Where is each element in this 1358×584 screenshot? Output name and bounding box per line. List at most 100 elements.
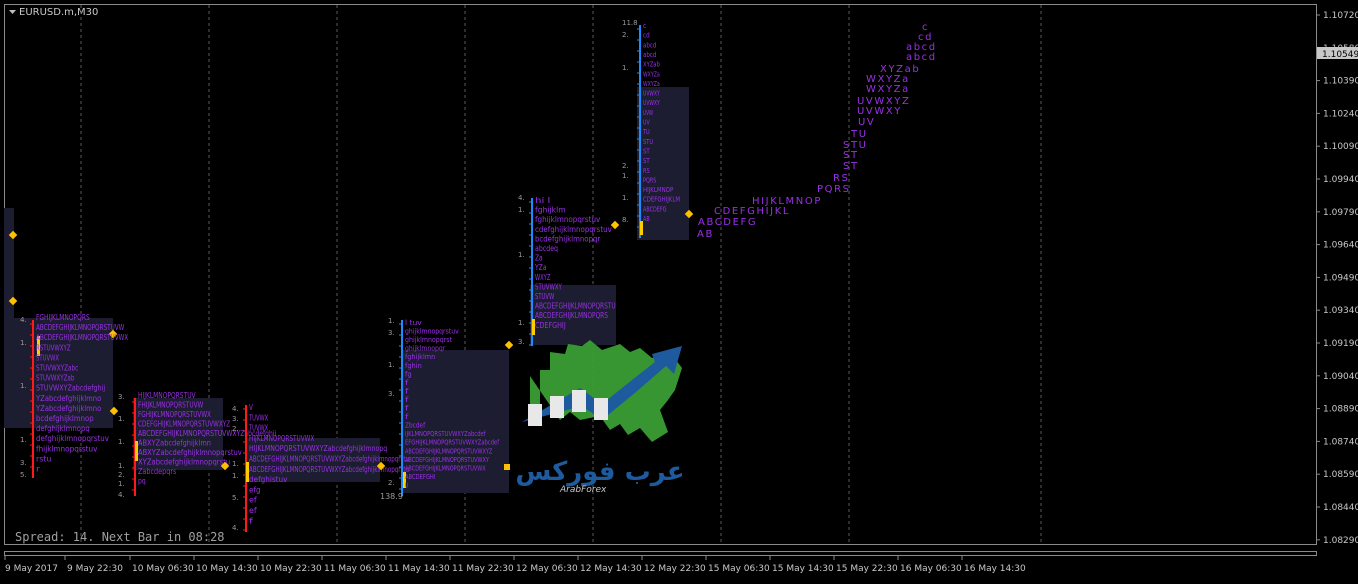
tpo-row: HIJKLMNOP: [643, 186, 673, 194]
tpo-row: ABCDEFGHIJKLMNOPQRS: [535, 311, 608, 320]
live-tpo-row: abcd: [906, 52, 937, 63]
tpo-count-label: 1.: [118, 480, 125, 488]
time-label: 15 May 06:30: [708, 564, 770, 574]
tpo-row: abcdeq: [535, 244, 558, 253]
price-label: 1.08740: [1323, 437, 1358, 447]
tpo-row: TUVWX: [248, 424, 268, 433]
tpo-row: ABCDEFGHI: [405, 473, 435, 481]
tpo-count-label: 1.: [232, 472, 239, 480]
tpo-row: WXYZ: [535, 273, 551, 282]
tpo-row: Zbcdef: [405, 422, 426, 430]
price-label: 1.10390: [1323, 77, 1358, 87]
tpo-row: ef: [249, 496, 257, 505]
tpo-count-label: 1.: [388, 317, 395, 325]
tpo-count-label: 1.: [518, 251, 525, 259]
tpo-row: ABCDEFGHIJKLMNOPQRSTUVWXYZ: [405, 447, 492, 455]
tpo-count-label: 1.: [20, 436, 27, 444]
tpo-row: IJKLMNOPQRSTUVWXYZabcdef: [405, 430, 486, 438]
tpo-row: ABCDEFGHIJKLMNOPQRSTUVWXYZabcdefghijklmn…: [249, 455, 409, 464]
tpo-row: ABXYZabcdefghijklmn: [138, 439, 211, 448]
live-tpo-row: UV: [858, 117, 875, 128]
tpo-row: HIJKLMNOPQRSTUVWXYZabcdefghijklmnopq: [249, 444, 387, 453]
tpo-row: STU: [643, 138, 653, 146]
tpo-row: Za: [535, 254, 543, 263]
tpo-row: U: [405, 481, 408, 489]
tpo-row: hi l: [535, 196, 550, 205]
current-price-label: 1.10549: [1322, 50, 1358, 60]
tpo-row: bcdefghijklmnopqr: [535, 234, 601, 243]
tpo-row: XYZabcdefghijklmnopqrstu: [138, 458, 230, 467]
tpo-row: FGHIJKLMNOPQRSTUVWX: [138, 410, 211, 419]
tpo-row: ABCDEFGHIJKLMNOPQRSTU: [535, 302, 616, 311]
price-label: 1.08890: [1323, 405, 1358, 415]
tpo-row: ST: [643, 147, 650, 155]
price-label: 1.09940: [1323, 175, 1358, 185]
tpo-row: ghijklmnopqrst: [405, 336, 452, 344]
live-tpo-row: PQRS: [817, 184, 851, 195]
time-label: 16 May 14:30: [964, 564, 1026, 574]
tpo-row: defghijklmnopqrstuv: [36, 434, 109, 443]
tpo-row: UVWXY: [643, 90, 660, 98]
tpo-count-label: 4.: [20, 316, 27, 324]
tpo-row: RSTUVWXYZ: [36, 343, 71, 352]
time-label: 10 May 06:30: [132, 564, 194, 574]
price-label: 1.09190: [1323, 339, 1358, 349]
time-label: 11 May 22:30: [452, 564, 514, 574]
tpo-count-label: 4.: [118, 491, 125, 499]
tpo-row: RS: [643, 167, 650, 175]
tpo-row: HIJKLMNOPQRSTUVWX: [249, 434, 315, 443]
tpo-total-label: 138.9: [380, 492, 403, 501]
price-label: 1.10720: [1323, 11, 1358, 21]
tpo-count-label: 8.: [622, 216, 629, 224]
tpo-row: YZabcdefghijklmno: [35, 394, 101, 403]
chart-canvas[interactable]: EURUSD.m,M30 1.107201.105801.103901.1024…: [0, 0, 1358, 580]
live-tpo-row: TU: [850, 129, 868, 140]
tpo-row: STUVWXYZabcdefghij: [36, 384, 105, 393]
live-tpo-row: ST: [843, 150, 859, 161]
tpo-row: PQRS: [643, 176, 657, 184]
tpo-count-label: 1.: [518, 319, 525, 327]
tpo-row: CDEFGHIJKLMNOPQRSTUVWXYZ: [138, 420, 231, 429]
tpo-count-label: 3.: [518, 338, 525, 346]
live-tpo-row: UVWXY: [857, 106, 902, 117]
tpo-count-label: 1.: [232, 460, 239, 468]
price-label: 1.09340: [1323, 306, 1358, 316]
tpo-row: fg: [405, 370, 412, 378]
tpo-row: TU: [642, 128, 649, 136]
tpo-count-label: 1.: [118, 462, 125, 470]
time-label: 12 May 06:30: [516, 564, 578, 574]
tpo-row: YZabcdefghijklmno: [35, 404, 101, 413]
tpo-row: ABXYZabcdefghijklmnopqrstuv: [138, 448, 242, 457]
tpo-row: STUVWXY: [535, 282, 562, 291]
tpo-row: UVWXY: [643, 99, 660, 107]
tpo-count-label: 3.: [388, 390, 395, 398]
tpo-row: YZa: [534, 263, 546, 272]
session-marker: [610, 220, 620, 230]
tpo-row: STUVW: [535, 292, 554, 301]
live-tpo-row: WXYZa: [866, 84, 910, 95]
current-price-tag: 1.10549: [1317, 47, 1358, 60]
window-title[interactable]: EURUSD.m,M30: [9, 7, 98, 18]
tpo-row: pq: [138, 477, 146, 486]
tpo-row: ABCDEFGHIJKLMNOPQRSTUVWX: [36, 333, 129, 342]
tpo-row: WXYZa: [643, 80, 660, 88]
live-tpo-row: ABCDEFG: [698, 217, 757, 228]
tpo-row: defghistuv: [249, 475, 288, 484]
tpo-row: HIJKLMNOPQRSTUV: [138, 391, 196, 400]
time-axis-frame: [4, 551, 1317, 556]
time-label: 11 May 06:30: [324, 564, 386, 574]
tpo-row: STUVWXYZabc: [36, 364, 78, 373]
tpo-count-label: 5.: [232, 494, 239, 502]
tpo-row: defghijklmnopq: [36, 424, 90, 433]
tpo-count-label: 1.: [118, 415, 125, 423]
tpo-row: ghijklmnopqrstuv: [405, 328, 459, 336]
logo-arabic-text: عرب فوركس: [515, 457, 684, 487]
tpo-row: STUVWX: [36, 353, 59, 362]
chart-window[interactable]: EURUSD.m,M30 1.107201.105801.103901.1024…: [0, 0, 1358, 580]
price-label: 1.09790: [1323, 208, 1358, 218]
profile-boxes: [4, 87, 689, 493]
time-label: 11 May 14:30: [388, 564, 450, 574]
tpo-profiles: FGHIJKLMNOPQRSABCDEFGHIJKLMNOPQRSTUVWABC…: [8, 19, 937, 532]
session-marker: [504, 340, 514, 350]
price-label: 1.09640: [1323, 241, 1358, 251]
